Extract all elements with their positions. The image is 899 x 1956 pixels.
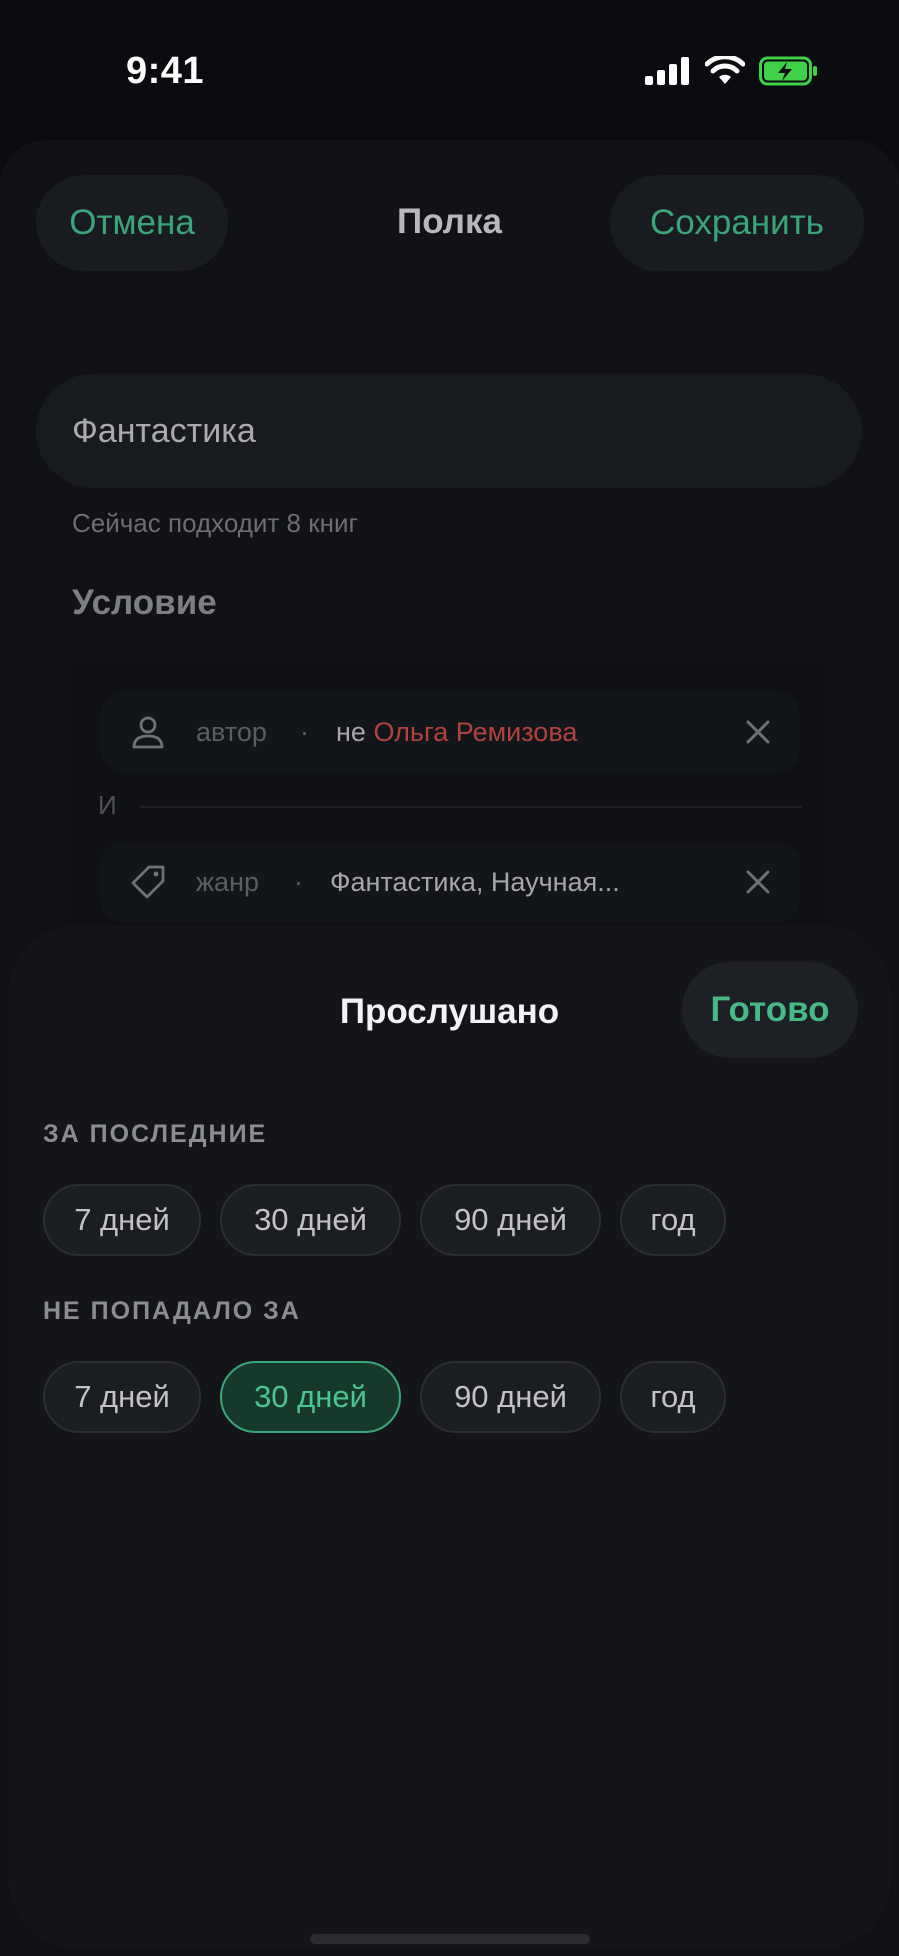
cellular-signal-icon (645, 57, 689, 85)
listened-filter-sheet (8, 925, 891, 1949)
condition-divider (140, 806, 802, 808)
condition-field: автор (196, 716, 267, 747)
chip-last-7-days[interactable]: 7 дней (43, 1184, 201, 1256)
chip-last-30-days[interactable]: 30 дней (220, 1184, 401, 1256)
condition-field: жанр (196, 866, 260, 897)
chip-not-90-days[interactable]: 90 дней (420, 1361, 601, 1433)
condition-separator: · (294, 866, 303, 897)
group-label-last: ЗА ПОСЛЕДНИЕ (43, 1120, 268, 1148)
status-time: 9:41 (126, 50, 205, 92)
remove-condition-icon[interactable] (740, 864, 776, 900)
group-label-not-in: НЕ ПОПАДАЛО ЗА (43, 1297, 301, 1325)
condition-joiner: И (98, 790, 117, 820)
status-bar: 9:41 (0, 0, 899, 140)
condition-author-name: Ольга Ремизова (373, 716, 578, 747)
tag-icon (131, 865, 165, 899)
chip-last-90-days[interactable]: 90 дней (420, 1184, 601, 1256)
screen: 9:41 Отмена Полка Сохранить Фантастика С… (0, 0, 899, 1956)
condition-negation: не (336, 716, 366, 747)
status-icons (645, 56, 819, 86)
match-count-hint: Сейчас подходит 8 книг (72, 508, 358, 538)
chip-last-year[interactable]: год (620, 1184, 726, 1256)
shelf-name-input[interactable]: Фантастика (36, 374, 862, 488)
condition-separator: · (300, 716, 309, 747)
chip-not-7-days[interactable]: 7 дней (43, 1361, 201, 1433)
condition-genre-value: Фантастика, Научная... (330, 866, 620, 897)
condition-row-author[interactable]: автор · не Ольга Ремизова (100, 692, 800, 772)
home-indicator (310, 1934, 590, 1944)
condition-row-genre[interactable]: жанр · Фантастика, Научная... (100, 842, 800, 922)
condition-value: не Ольга Ремизова (336, 717, 577, 748)
chip-not-year[interactable]: год (620, 1361, 726, 1433)
condition-section-title: Условие (72, 583, 217, 622)
shelf-name-value: Фантастика (72, 411, 256, 450)
save-button[interactable]: Сохранить (610, 175, 864, 271)
wifi-icon (705, 56, 745, 84)
battery-charging-icon (759, 56, 817, 86)
remove-condition-icon[interactable] (740, 714, 776, 750)
done-button[interactable]: Готово (682, 962, 858, 1058)
chip-not-30-days-selected[interactable]: 30 дней (220, 1361, 401, 1433)
person-icon (132, 716, 164, 749)
